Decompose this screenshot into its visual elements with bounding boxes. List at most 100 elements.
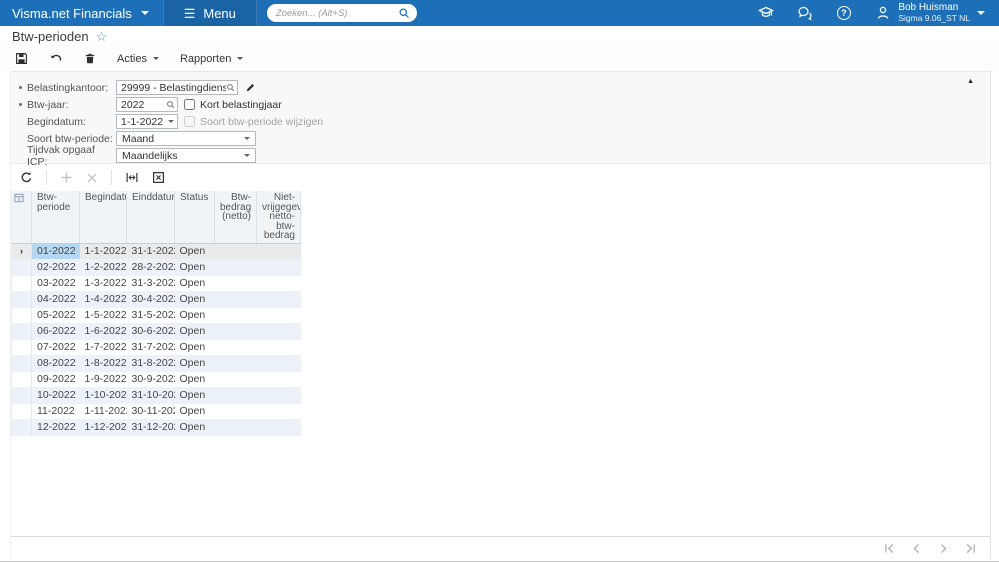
help-icon[interactable]: ? — [835, 4, 852, 21]
user-menu[interactable]: Bob Huisman Sigma 9.06_ST NL — [874, 2, 985, 23]
last-page-button[interactable] — [957, 539, 984, 557]
table-cell[interactable]: 06-2022 — [31, 323, 80, 340]
table-cell[interactable] — [214, 243, 257, 260]
table-cell[interactable]: Open — [174, 307, 215, 324]
kort-belastingjaar-checkbox[interactable]: Kort belastingjaar — [184, 99, 282, 111]
table-cell[interactable]: 03-2022 — [31, 275, 80, 292]
table-cell[interactable]: 1-2-2022 — [79, 259, 127, 276]
table-cell[interactable]: 1-6-2022 — [79, 323, 127, 340]
collapse-panel-button[interactable]: ▲ — [967, 78, 974, 85]
table-cell[interactable] — [214, 275, 257, 292]
chat-icon[interactable] — [796, 4, 813, 21]
table-cell[interactable]: 1-3-2022 — [79, 275, 127, 292]
row-selector[interactable] — [11, 419, 32, 436]
column-header[interactable]: Niet-vrijgegeven netto-btw-bedrag — [256, 191, 301, 244]
next-page-button[interactable] — [930, 539, 957, 557]
table-cell[interactable] — [214, 371, 257, 388]
table-cell[interactable]: Open — [174, 275, 215, 292]
chevron-down-icon[interactable] — [168, 120, 175, 123]
table-cell[interactable]: 30-4-2022 — [126, 291, 175, 308]
table-cell[interactable]: 1-12-2022 — [79, 419, 127, 436]
table-cell[interactable] — [214, 339, 257, 356]
edit-pencil-icon[interactable] — [245, 82, 256, 93]
tijdvak-opgaaf-icp-select[interactable]: Maandelijks — [116, 148, 256, 163]
table-cell[interactable] — [214, 259, 257, 276]
table-cell[interactable] — [256, 355, 301, 372]
table-cell[interactable] — [256, 419, 301, 436]
row-selector[interactable]: › — [11, 243, 32, 260]
table-cell[interactable] — [214, 355, 257, 372]
table-cell[interactable] — [256, 275, 301, 292]
row-selector[interactable] — [11, 403, 32, 420]
search-icon[interactable] — [398, 7, 410, 19]
export-excel-button[interactable] — [152, 171, 165, 184]
table-cell[interactable]: 1-9-2022 — [79, 371, 127, 388]
academy-icon[interactable] — [757, 4, 774, 21]
column-header[interactable]: Status — [174, 191, 215, 244]
table-cell[interactable]: 31-1-2022 — [126, 243, 175, 260]
row-selector[interactable] — [11, 291, 32, 308]
row-selector[interactable] — [11, 323, 32, 340]
table-cell[interactable]: 30-9-2022 — [126, 371, 175, 388]
table-cell[interactable]: 07-2022 — [31, 339, 80, 356]
row-selector[interactable] — [11, 371, 32, 388]
table-cell[interactable]: Open — [174, 419, 215, 436]
column-header[interactable]: Begindatum — [79, 191, 127, 244]
table-cell[interactable]: 11-2022 — [31, 403, 80, 420]
table-cell[interactable] — [214, 291, 257, 308]
table-cell[interactable]: 30-6-2022 — [126, 323, 175, 340]
table-cell[interactable] — [214, 323, 257, 340]
table-cell[interactable] — [256, 307, 301, 324]
soort-btw-periode-select[interactable]: Maand — [116, 131, 256, 146]
table-cell[interactable]: Open — [174, 259, 215, 276]
table-cell[interactable] — [256, 403, 301, 420]
table-cell[interactable] — [256, 323, 301, 340]
table-cell[interactable]: Open — [174, 323, 215, 340]
column-header[interactable]: Btw-periode — [31, 191, 80, 244]
table-cell[interactable] — [214, 307, 257, 324]
favorite-star-icon[interactable]: ☆ — [96, 30, 108, 43]
lookup-magnifier-icon[interactable] — [226, 83, 235, 92]
table-cell[interactable]: 28-2-2022 — [126, 259, 175, 276]
search-input[interactable] — [275, 7, 394, 19]
row-selector[interactable] — [11, 259, 32, 276]
table-cell[interactable] — [214, 403, 257, 420]
table-cell[interactable]: 1-8-2022 — [79, 355, 127, 372]
table-cell[interactable]: 1-10-2022 — [79, 387, 127, 404]
row-selector[interactable] — [11, 355, 32, 372]
table-cell[interactable]: 10-2022 — [31, 387, 80, 404]
table-cell[interactable] — [256, 339, 301, 356]
fit-width-button[interactable] — [125, 171, 139, 184]
refresh-button[interactable] — [20, 171, 33, 184]
table-cell[interactable]: 05-2022 — [31, 307, 80, 324]
acties-menu[interactable]: Acties — [117, 53, 159, 65]
table-cell[interactable] — [214, 419, 257, 436]
row-selector[interactable] — [11, 307, 32, 324]
table-cell[interactable] — [214, 387, 257, 404]
main-menu-button[interactable]: ☰ Menu — [162, 0, 257, 26]
table-cell[interactable]: 31-8-2022 — [126, 355, 175, 372]
first-page-button[interactable] — [876, 539, 903, 557]
table-cell[interactable]: Open — [174, 291, 215, 308]
btw-jaar-input[interactable] — [121, 98, 166, 111]
previous-page-button[interactable] — [903, 539, 930, 557]
undo-button[interactable] — [49, 52, 63, 65]
table-cell[interactable]: 1-5-2022 — [79, 307, 127, 324]
table-cell[interactable]: 1-4-2022 — [79, 291, 127, 308]
table-cell[interactable]: 08-2022 — [31, 355, 80, 372]
table-cell[interactable]: Open — [174, 355, 215, 372]
table-cell[interactable] — [256, 243, 301, 260]
row-selector[interactable] — [11, 275, 32, 292]
table-cell[interactable] — [256, 371, 301, 388]
delete-button[interactable] — [84, 52, 96, 65]
table-cell[interactable]: Open — [174, 243, 215, 260]
table-cell[interactable]: 31-10-2022 — [126, 387, 175, 404]
table-cell[interactable]: 31-7-2022 — [126, 339, 175, 356]
grid-settings-icon[interactable] — [11, 191, 32, 244]
table-cell[interactable]: 1-7-2022 — [79, 339, 127, 356]
table-cell[interactable]: 02-2022 — [31, 259, 80, 276]
lookup-magnifier-icon[interactable] — [166, 100, 175, 109]
column-header[interactable]: Einddatum — [126, 191, 175, 244]
belastingkantoor-input[interactable] — [121, 81, 226, 94]
table-cell[interactable]: 31-12-2022 — [126, 419, 175, 436]
